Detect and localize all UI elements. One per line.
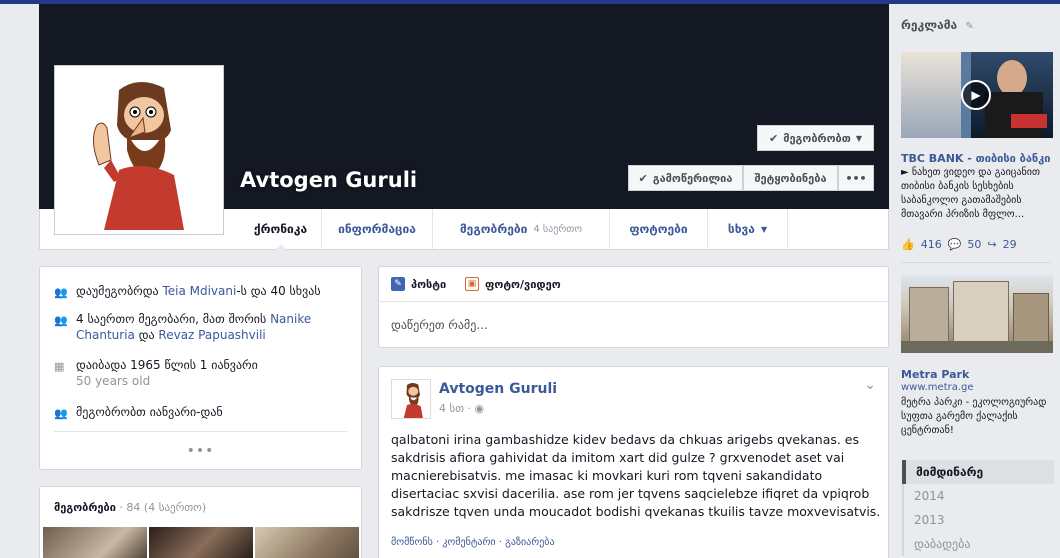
check-icon: ✔ [768,131,779,145]
post-meta: 4 სთ · ◉ [439,402,484,415]
ad1-title[interactable]: TBC BANK - თიბისი ბანკი [901,152,1050,165]
profile-name: Avtogen Guruli [240,168,418,192]
composer-photo-tab[interactable]: ▣ ფოტო/ვიდეო [465,277,561,291]
comment-icon[interactable]: 💬 [948,238,962,251]
profile-picture[interactable] [54,65,224,235]
globe-icon: ◉ [474,402,485,415]
intro-mutual-mid: და [134,328,159,342]
friend-thumbnail[interactable] [43,527,147,558]
ads-header: რეკლამა ✎ [901,18,974,32]
tab-more[interactable]: სხვა ▼ [708,209,788,249]
dropdown-icon: ▼ [760,224,768,234]
year-item-2014[interactable]: 2014 [902,484,1054,508]
timeline-year-nav: მიმდინარე 2014 2013 დაბადება [902,460,1054,556]
composer-post-tab[interactable]: ✎ პოსტი [391,277,446,291]
composer-post-label: პოსტი [411,277,447,291]
more-options-button[interactable]: ••• [838,165,874,191]
following-button-label: გამოწერილია [652,171,733,185]
post-author-avatar[interactable] [391,379,431,419]
post-actions[interactable]: მომწონს · კომენტარი · გაზიარება [391,537,555,548]
ad-video-thumbnail[interactable]: ▶ [901,52,1053,138]
like-icon[interactable]: 👍 [901,238,915,251]
tab-more-label: სხვა [727,222,755,236]
ad2-body: მეტრა პარკი - ეკოლოგიურად სუფთა გარემო ქ… [901,397,1047,436]
ad1-likes: 416 [920,238,942,251]
intro-friends-since: 👥 მეგობრობთ იანვარი-დან [54,404,223,420]
tab-about[interactable]: ინფორმაცია [322,209,433,249]
tab-photos[interactable]: ფოტოები [610,209,708,249]
message-button[interactable]: შეტყობინება [743,165,838,191]
friends-title[interactable]: მეგობრები · 84 (4 საერთო) [54,501,206,514]
intro-divider [54,431,347,432]
friend-thumbnail[interactable] [149,527,253,558]
intro-friends-since-text: მეგობრობთ იანვარი-დან [76,405,223,419]
year-item-2013[interactable]: 2013 [902,508,1054,532]
post-text: qalbatoni irina gambashidze kidev bedavs… [391,432,881,519]
tab-timeline-label: ქრონიკა [253,222,308,236]
ad2-url[interactable]: www.metra.ge [901,382,974,393]
ad1-comments: 50 [967,238,982,251]
friend-thumbnail[interactable] [255,527,359,558]
pencil-icon: ✎ [391,277,405,291]
intro-born: ▦ დაიბადა 1965 წლის 1 იანვარი 50 years o… [54,357,258,389]
composer: ✎ პოსტი ▣ ფოტო/ვიდეო დაწერეთ რამე... [378,266,889,348]
composer-photo-label: ფოტო/ვიდეო [485,277,561,291]
post-time[interactable]: 4 სთ · [439,402,475,415]
tab-friends-mutual: 4 საერთო [533,223,583,235]
tab-friends[interactable]: მეგობრები 4 საერთო [433,209,610,249]
tab-timeline[interactable]: ქრონიკა [240,209,322,250]
ads-divider [901,262,1051,263]
intro-age: 50 years old [76,374,151,388]
intro-more-button[interactable]: ••• [40,443,361,459]
profile-caricature-icon [59,70,219,230]
year-item-born[interactable]: დაბადება [902,532,1054,556]
intro-friended-suffix: -ს და 40 სხვას [236,284,321,298]
ad2-image[interactable] [901,275,1053,353]
tab-about-label: ინფორმაცია [338,222,416,236]
ads-title: რეკლამა [901,18,958,32]
friends-count: · 84 (4 საერთო) [115,501,207,514]
photo-icon: ▣ [465,277,479,291]
intro-friended-prefix: დაუმეგობრდა [76,284,163,298]
friend-link-revaz[interactable]: Revaz Papuashvili [158,328,265,342]
intro-mutual: 👥 4 საერთო მეგობარი, მათ შორის Nanike Ch… [54,311,354,343]
ad1-stats: 👍 416 💬 50 ↪ 29 [901,238,1017,251]
message-button-label: შეტყობინება [754,171,827,185]
year-item-current[interactable]: მიმდინარე [902,460,1054,484]
share-icon[interactable]: ↪ [987,238,996,251]
friends-title-label: მეგობრები [54,501,116,514]
friends-button[interactable]: ✔ მეგობრობთ ▼ [757,125,874,151]
composer-input[interactable]: დაწერეთ რამე... [391,318,488,332]
ad1-shares: 29 [1002,238,1017,251]
ad1-body: ► ნახეთ ვიდეო და გაიცანით თიბისი ბანკის … [901,167,1040,220]
people-icon: 👥 [54,314,68,327]
post-author-name[interactable]: Avtogen Guruli [439,381,557,397]
friends-card: მეგობრები · 84 (4 საერთო) [39,486,362,558]
intro-friended: 👥 დაუმეგობრდა Teia Mdivani-ს და 40 სხვას [54,283,321,299]
check-icon: ✔ [638,171,648,185]
people-icon: 👥 [54,407,68,420]
more-options-label: ••• [845,171,867,185]
tab-friends-label: მეგობრები [459,222,528,236]
people-icon: 👥 [54,286,68,299]
friend-link-teia[interactable]: Teia Mdivani [162,284,236,298]
dropdown-icon: ▼ [855,133,863,143]
avatar-caricature-icon [392,380,430,418]
intro-mutual-prefix: 4 საერთო მეგობარი, მათ შორის [76,312,271,326]
play-icon[interactable]: ▶ [961,80,991,110]
ad2-title[interactable]: Metra Park [901,368,969,381]
composer-divider [379,301,888,302]
tab-photos-label: ფოტოები [629,222,688,236]
following-button[interactable]: ✔ გამოწერილია [628,165,743,191]
friends-button-label: მეგობრობთ [783,131,851,145]
calendar-icon: ▦ [54,360,65,373]
ad-edit-icon[interactable]: ✎ [965,21,973,32]
post-options-chevron-icon[interactable]: ⌄ [864,377,876,393]
intro-born-text: დაიბადა 1965 წლის 1 იანვარი [76,358,258,372]
timeline-post: Avtogen Guruli 4 სთ · ◉ ⌄ qalbatoni irin… [378,366,889,558]
intro-card: 👥 დაუმეგობრდა Teia Mdivani-ს და 40 სხვას… [39,266,362,470]
